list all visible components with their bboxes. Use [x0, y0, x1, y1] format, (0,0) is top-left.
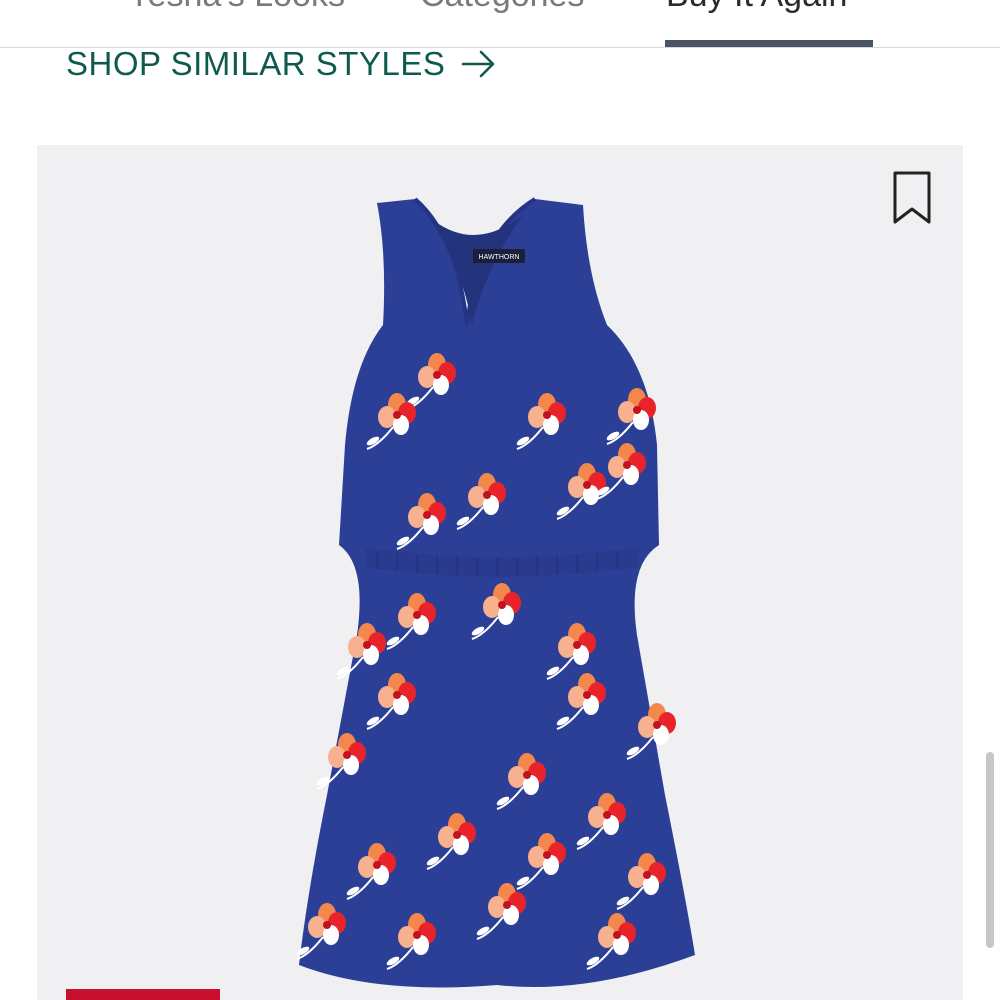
tab-categories[interactable]: Categories	[420, 0, 584, 12]
product-image: HAWTHORN	[294, 197, 695, 988]
page: Yesha's Looks Categories Buy It Again SH…	[0, 0, 1000, 1000]
tab-yeshas-looks[interactable]: Yesha's Looks	[128, 0, 345, 12]
brand-tag: HAWTHORN	[479, 254, 520, 261]
bookmark-icon[interactable]	[893, 171, 931, 225]
scrollbar[interactable]	[986, 752, 994, 948]
sale-badge	[66, 989, 220, 1000]
shop-similar-styles-label: SHOP SIMILAR STYLES	[66, 45, 446, 82]
active-tab-indicator	[665, 40, 873, 47]
product-card[interactable]: HAWTHORN	[37, 145, 963, 1000]
arrow-right-icon	[462, 50, 495, 78]
tab-bar: Yesha's Looks Categories Buy It Again	[0, 0, 1000, 48]
shop-similar-styles-link[interactable]: SHOP SIMILAR STYLES	[66, 44, 497, 84]
tab-buy-it-again[interactable]: Buy It Again	[666, 0, 847, 12]
